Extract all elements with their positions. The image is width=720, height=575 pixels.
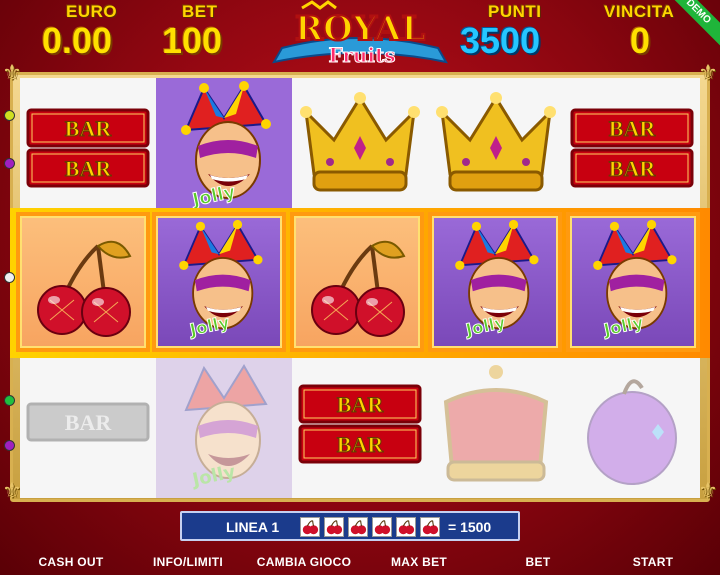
reel2-jolly-symbol: Jolly (156, 78, 292, 218)
winline-panel: LINEA 1 = 1500 (180, 511, 520, 541)
payline-marker-icon (4, 272, 15, 283)
svg-text:BAR: BAR (337, 432, 385, 457)
max-bet-button[interactable]: MAX BET (384, 555, 454, 573)
cherry-icon (348, 517, 368, 537)
points-value: 3500 (460, 20, 541, 61)
cherry-icon (372, 517, 392, 537)
reel3-crown-symbol (292, 78, 428, 218)
svg-text:Jolly: Jolly (187, 313, 231, 340)
cherry-icon (300, 517, 320, 537)
reel3-bar-symbol: BAR BAR (292, 358, 428, 498)
win-label: VINCITA (604, 2, 675, 21)
reel4-jolly-symbol: Jolly (428, 212, 562, 352)
payline-marker-icon (4, 158, 15, 169)
reel1-bar-symbol: BAR BAR (20, 78, 156, 218)
payline-marker-icon (4, 440, 15, 451)
cherry-icon (396, 517, 416, 537)
cherry-icon (420, 517, 440, 537)
reel5-jolly-symbol: Jolly (566, 212, 700, 352)
reel2-jolly-symbol-faded: Jolly (156, 358, 292, 498)
start-button[interactable]: START (626, 555, 680, 573)
svg-text:Jolly: Jolly (601, 313, 645, 340)
royal-fruits-logo: ROYAL Fruits (272, 0, 448, 68)
reel5-plum-symbol-faded (564, 358, 700, 498)
info-limits-button[interactable]: INFO/LIMITI (146, 555, 230, 573)
game-stage: EURO 0.00 BET 100 PUNTI 3500 VINCITA 0 R… (0, 0, 720, 575)
winline-payout: = 1500 (448, 519, 492, 535)
bet-value: 100 (162, 20, 223, 61)
svg-text:Jolly: Jolly (189, 181, 238, 211)
euro-value: 0.00 (42, 20, 113, 61)
svg-text:Jolly: Jolly (463, 313, 507, 340)
bet-button[interactable]: BET (518, 555, 558, 573)
cherry-icon (324, 517, 344, 537)
winline-label: LINEA 1 (226, 519, 280, 535)
reel4-crown-symbol-faded (428, 358, 564, 498)
payline-marker-icon (4, 395, 15, 406)
change-game-button[interactable]: CAMBIA GIOCO (254, 555, 354, 573)
svg-text:BAR: BAR (609, 156, 657, 181)
payline-marker-icon (4, 110, 15, 121)
euro-label: EURO (66, 2, 118, 21)
reel5-bar-symbol: BAR BAR (564, 78, 700, 218)
win-value: 0 (630, 20, 651, 61)
points-label: PUNTI (488, 2, 542, 21)
reel4-crown-symbol (428, 78, 564, 218)
logo-fruits-text: Fruits (328, 43, 395, 67)
reel2-jolly-symbol: Jolly (152, 212, 286, 352)
svg-text:BAR: BAR (609, 116, 657, 141)
cash-out-button[interactable]: CASH OUT (30, 555, 112, 573)
svg-text:Jolly: Jolly (189, 461, 238, 491)
reel1-cherry-symbol (16, 212, 150, 352)
reel3-cherry-symbol (290, 212, 424, 352)
reel1-bar-symbol-faded: BAR (20, 358, 156, 498)
bet-label: BET (182, 2, 218, 21)
svg-text:BAR: BAR (65, 156, 113, 181)
svg-text:BAR: BAR (337, 392, 385, 417)
svg-text:BAR: BAR (65, 410, 113, 435)
svg-text:BAR: BAR (65, 116, 113, 141)
